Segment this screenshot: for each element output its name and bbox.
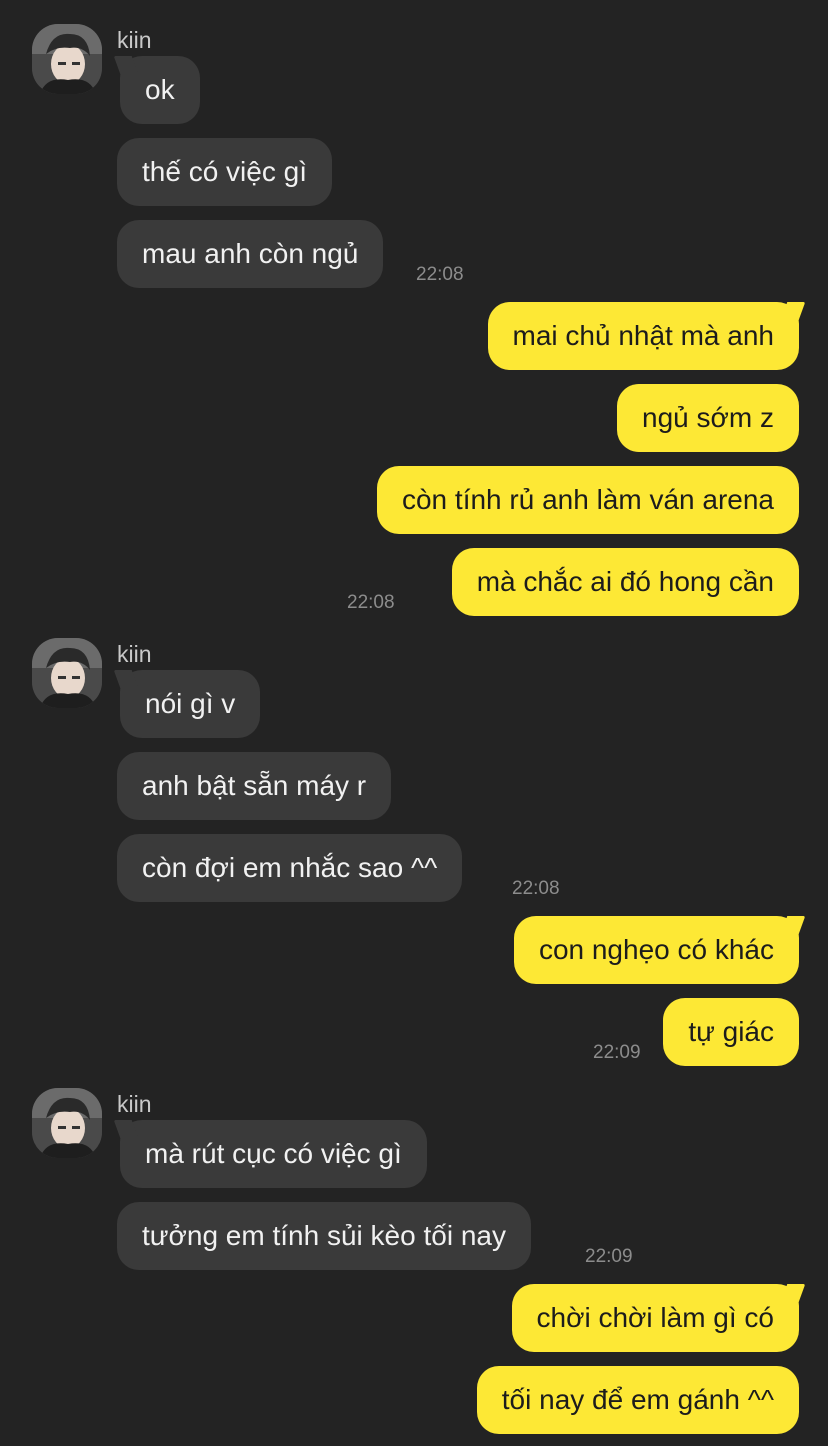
message-timestamp: 22:08	[347, 592, 395, 613]
avatar-photo-icon	[32, 638, 102, 708]
outgoing-message-bubble[interactable]: tự giác	[663, 998, 799, 1066]
outgoing-message-bubble[interactable]: còn tính rủ anh làm ván arena	[376, 466, 799, 534]
message-timestamp: 22:09	[593, 1042, 641, 1063]
sender-name: kiin	[117, 641, 152, 667]
sender-name: kiin	[117, 27, 152, 53]
incoming-message-bubble[interactable]: nói gì v	[120, 670, 261, 738]
incoming-message-bubble[interactable]: mau anh còn ngủ	[117, 220, 384, 288]
outgoing-message-bubble[interactable]: mà chắc ai đó hong cần	[451, 548, 799, 616]
incoming-message-bubble[interactable]: thế có việc gì	[117, 138, 332, 206]
sender-name: kiin	[117, 1091, 152, 1117]
message-timestamp: 22:08	[416, 264, 464, 285]
contact-avatar[interactable]	[32, 638, 102, 708]
contact-avatar[interactable]	[32, 1088, 102, 1158]
outgoing-message-bubble[interactable]: chời chời làm gì có	[511, 1284, 799, 1352]
outgoing-message-bubble[interactable]: con nghẹo có khác	[513, 916, 799, 984]
outgoing-message-bubble[interactable]: ngủ sớm z	[617, 384, 799, 452]
outgoing-message-bubble[interactable]: mai chủ nhật mà anh	[487, 302, 799, 370]
incoming-message-bubble[interactable]: mà rút cục có việc gì	[120, 1120, 427, 1188]
incoming-message-bubble[interactable]: còn đợi em nhắc sao ^^	[117, 834, 463, 902]
message-timestamp: 22:09	[585, 1246, 633, 1267]
incoming-message-bubble[interactable]: ok	[120, 56, 200, 124]
avatar-photo-icon	[32, 24, 102, 94]
chat-conversation[interactable]: kiin ok thế có việc gì mau anh còn ngủ 2…	[0, 0, 828, 1446]
incoming-message-bubble[interactable]: tưởng em tính sủi kèo tối nay	[117, 1202, 531, 1270]
outgoing-message-bubble[interactable]: tối nay để em gánh ^^	[476, 1366, 799, 1434]
message-timestamp: 22:08	[512, 878, 560, 899]
contact-avatar[interactable]	[32, 24, 102, 94]
avatar-photo-icon	[32, 1088, 102, 1158]
incoming-message-bubble[interactable]: anh bật sẵn máy r	[117, 752, 392, 820]
